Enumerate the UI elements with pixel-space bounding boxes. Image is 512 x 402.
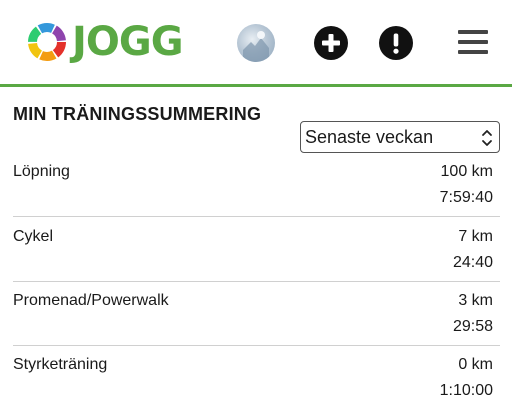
activity-distance: 3 km <box>458 292 493 309</box>
row-divider <box>13 216 500 217</box>
activity-time: 7:59:40 <box>439 189 493 206</box>
activity-distance: 100 km <box>440 163 493 180</box>
menu-bar <box>458 30 488 34</box>
plus-circle-icon <box>322 34 340 52</box>
activity-name: Promenad/Powerwalk <box>13 292 169 309</box>
activity-name: Styrketräning <box>13 356 108 373</box>
user-avatar[interactable] <box>237 24 275 62</box>
activity-distance: 0 km <box>458 356 493 373</box>
hamburger-menu-button[interactable] <box>458 28 488 56</box>
app-header: JOGG <box>0 0 512 84</box>
menu-bar <box>458 50 488 54</box>
page-title: MIN TRÄNINGSSUMMERING <box>13 104 262 124</box>
activity-time: 1:10:00 <box>439 382 493 399</box>
row-divider <box>13 281 500 282</box>
logo-text: JOGG <box>72 19 184 65</box>
activity-name: Löpning <box>13 163 70 180</box>
activity-name: Cykel <box>13 228 54 245</box>
notifications-button[interactable] <box>379 26 413 60</box>
activity-distance: 7 km <box>458 228 493 245</box>
add-activity-button[interactable] <box>314 26 348 60</box>
row-divider <box>13 345 500 346</box>
activity-time: 29:58 <box>452 318 493 335</box>
logo-ring-icon <box>28 23 66 61</box>
period-select-value: Senaste veckan <box>305 127 434 147</box>
avatar-image-icon <box>243 31 269 62</box>
header-divider <box>0 84 512 87</box>
exclamation-circle-icon <box>393 33 399 54</box>
activity-row-strength[interactable]: Styrketräning 0 km 1:10:00 <box>13 355 500 402</box>
activity-time: 24:40 <box>452 254 493 271</box>
menu-bar <box>458 40 488 44</box>
period-select[interactable]: Senaste veckan <box>300 121 500 153</box>
chevron-up-down-icon <box>482 130 492 146</box>
jogg-logo[interactable]: JOGG <box>26 19 184 65</box>
